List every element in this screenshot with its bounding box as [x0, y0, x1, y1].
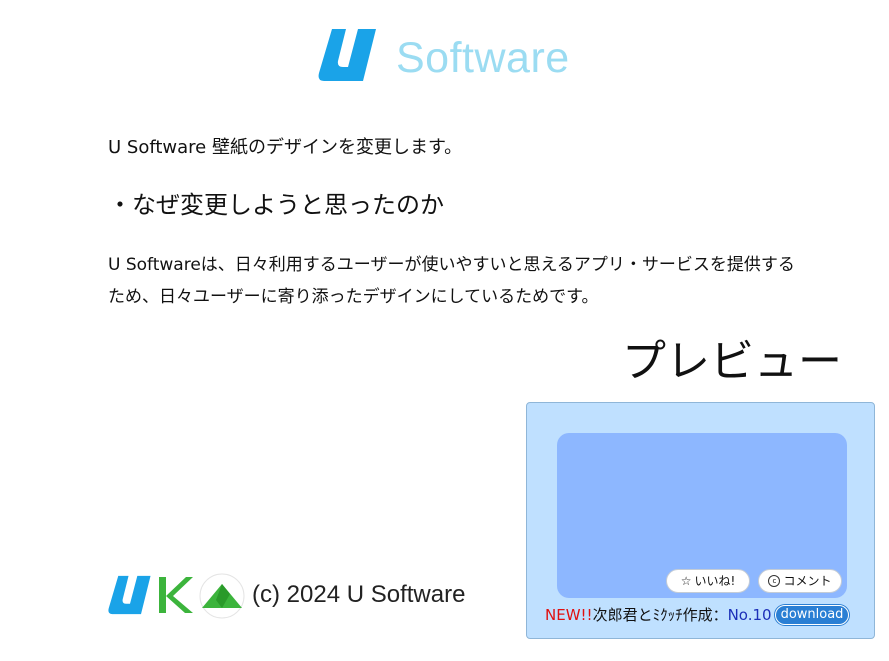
intro-text: U Software 壁紙のデザインを変更します。 — [108, 137, 463, 158]
body-line: ため、日々ユーザーに寄り添ったデザインにしているためです。 — [108, 287, 599, 307]
footer-logos — [108, 570, 246, 620]
brand-name: Software — [396, 33, 570, 82]
caption-text: 次郎君とﾐｸｯﾁ作成： — [592, 606, 728, 624]
new-badge: NEW!! — [545, 606, 593, 624]
wallpaper-preview-image: ☆ いいね! c コメント — [557, 433, 847, 598]
wallpaper-caption: NEW!! 次郎君とﾐｸｯﾁ作成： No.10 download — [545, 605, 850, 625]
like-button[interactable]: ☆ いいね! — [666, 569, 750, 593]
u-logo-icon — [108, 574, 152, 616]
footer: (c) 2024 U Software — [108, 570, 465, 620]
preview-heading: プレビュー — [622, 336, 842, 387]
like-label: いいね! — [694, 574, 736, 588]
wallpaper-number: No.10 — [727, 606, 772, 624]
u-logo-icon — [318, 27, 378, 83]
download-button[interactable]: download — [774, 605, 850, 625]
preview-card: ☆ いいね! c コメント NEW!! 次郎君とﾐｸｯﾁ作成： No.10 do… — [526, 402, 875, 639]
section-heading: ・なぜ変更しようと思ったのか — [108, 191, 444, 219]
comment-label: コメント — [783, 574, 832, 588]
header-logo: Software — [318, 27, 570, 83]
comment-icon: c — [768, 575, 781, 587]
body-line: U Softwareは、日々利用するユーザーが使いやすいと思えるアプリ・サービス… — [108, 255, 795, 275]
comment-button[interactable]: c コメント — [758, 569, 842, 593]
copyright-text: (c) 2024 U Software — [252, 581, 466, 608]
body-paragraph: U Softwareは、日々利用するユーザーが使いやすいと思えるアプリ・サービス… — [108, 249, 828, 313]
k-logo-icon — [156, 574, 194, 616]
star-icon: ☆ — [680, 574, 692, 588]
mountain-logo-icon — [198, 570, 246, 620]
